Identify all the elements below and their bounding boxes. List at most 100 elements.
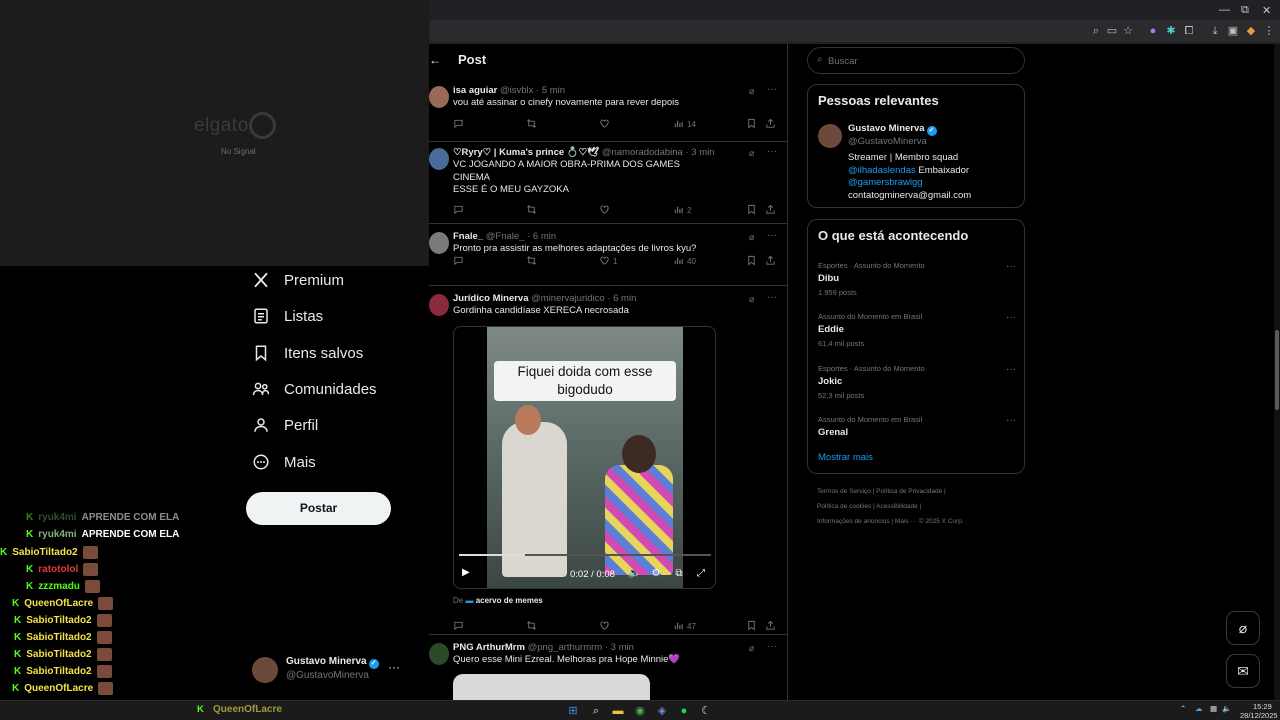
tweet-author[interactable]: Fnale_ xyxy=(453,231,483,242)
tweet-author[interactable]: ♡Ryry♡ | Kuma's prince 💍♡🕊 xyxy=(453,147,599,158)
avatar[interactable] xyxy=(818,124,842,148)
puzzle-icon[interactable]: ⧠ xyxy=(1182,24,1196,38)
bio-link[interactable]: @ilhadaslendas xyxy=(848,165,916,176)
nav-item-listas[interactable]: Listas xyxy=(252,307,323,325)
minimize-icon[interactable]: — xyxy=(1219,4,1230,16)
footer-links[interactable]: Termos de Serviço | Política de Privacid… xyxy=(817,488,946,495)
like-button[interactable] xyxy=(599,118,613,131)
account-switcher[interactable]: Gustavo Minerva ✓ @GustavoMinerva ··· xyxy=(252,655,412,685)
reply-icon[interactable] xyxy=(453,204,464,215)
like-button[interactable] xyxy=(599,620,613,633)
bio-link[interactable]: @gamersbrawlgg xyxy=(848,177,971,190)
scrollbar[interactable] xyxy=(1274,44,1280,700)
tweet-time[interactable]: · 3 min xyxy=(605,642,634,653)
footer-links[interactable]: Política de cookies | Acessibilidade | xyxy=(817,503,921,510)
close-icon[interactable]: ✕ xyxy=(1262,4,1271,17)
menu-icon[interactable]: ⋮ xyxy=(1262,24,1276,38)
video-player[interactable]: Fiquei doida com esse bigodudo ▶ 0:02 / 0:… xyxy=(453,326,716,589)
profile-name-row[interactable]: Gustavo Minerva ✓ xyxy=(848,123,937,136)
back-arrow-icon[interactable]: ← xyxy=(429,53,441,67)
extension-icon[interactable]: ● xyxy=(1146,24,1160,38)
tweet-time[interactable]: · 3 min xyxy=(685,147,714,158)
tweet-time[interactable]: · 5 min xyxy=(536,85,565,96)
trend-item[interactable]: Assunto do Momento em Brasil Eddie 61,4 mi… xyxy=(818,312,1016,348)
video-progress-bar[interactable] xyxy=(459,554,711,556)
tweet[interactable]: Jurídico Minerva @minervajuridico · 6 mi… xyxy=(429,290,787,635)
bookmark-icon[interactable] xyxy=(746,118,757,129)
post-button[interactable]: Postar xyxy=(246,492,391,525)
tweet[interactable]: ♡Ryry♡ | Kuma's prince 💍♡🕊 @namoradodabi… xyxy=(429,144,787,224)
tweet-author[interactable]: isa aguiar xyxy=(453,85,497,96)
extension-icon[interactable]: ✱ xyxy=(1164,24,1178,38)
profile-icon[interactable]: ▣ xyxy=(1226,24,1240,38)
discord-icon[interactable]: ◈ xyxy=(655,704,669,718)
more-icon[interactable]: ··· xyxy=(1006,364,1016,375)
footer-links[interactable]: Informações de anúncios | Mais ··· © 202… xyxy=(817,518,964,525)
grok-icon[interactable]: ⌀ xyxy=(749,148,754,159)
more-icon[interactable]: ··· xyxy=(767,84,777,95)
tweet-handle[interactable]: @png_arthurmrm xyxy=(528,642,603,653)
tweet[interactable]: isa aguiar @isvblx · 5 min ⌀ ··· vou até as… xyxy=(429,82,787,142)
spotify-icon[interactable]: ● xyxy=(677,704,691,718)
more-icon[interactable]: ··· xyxy=(767,292,777,303)
retweet-icon[interactable] xyxy=(526,620,537,631)
avatar[interactable] xyxy=(429,86,449,108)
chevron-up-icon[interactable]: ⌃ xyxy=(1180,704,1186,713)
nav-item-mais[interactable]: Mais xyxy=(252,453,316,471)
star-icon[interactable]: ☆ xyxy=(1121,24,1135,38)
views-button[interactable]: 14 xyxy=(673,118,696,131)
avatar[interactable] xyxy=(429,148,449,170)
retweet-icon[interactable] xyxy=(526,118,537,129)
search-input[interactable] xyxy=(828,52,1008,70)
volume-icon[interactable]: 🔈 xyxy=(1222,704,1231,713)
views-button[interactable]: 40 xyxy=(673,255,696,268)
trend-item[interactable]: Esportes · Assunto do Momento Dibu 1.959 p… xyxy=(818,261,1016,297)
download-icon[interactable]: ⤓ xyxy=(1208,24,1222,38)
views-button[interactable]: 2 xyxy=(673,204,691,217)
tweet-handle[interactable]: @minervajuridico xyxy=(531,293,605,304)
clock-date[interactable]: 28/12/2025 xyxy=(1240,711,1278,720)
reply-icon[interactable] xyxy=(453,255,464,266)
bookmark-icon[interactable] xyxy=(746,204,757,215)
more-icon[interactable]: ··· xyxy=(767,641,777,652)
tweet-handle[interactable]: @Fnale_ xyxy=(486,231,525,242)
windows-start-icon[interactable]: ⊞ xyxy=(566,704,580,718)
tweet[interactable]: Fnale_ @Fnale_ · 6 min ⌀ ··· Pronto pra ass… xyxy=(429,228,787,286)
like-button[interactable]: 1 xyxy=(599,255,617,268)
more-icon[interactable]: ··· xyxy=(767,146,777,157)
nav-item-itens-salvos[interactable]: Itens salvos xyxy=(252,344,363,362)
like-button[interactable] xyxy=(599,204,613,217)
more-icon[interactable]: ··· xyxy=(388,660,400,674)
grok-icon[interactable]: ⌀ xyxy=(749,643,754,654)
bookmark-icon[interactable] xyxy=(746,620,757,631)
nav-item-perfil[interactable]: Perfil xyxy=(252,416,318,434)
fullscreen-icon[interactable]: ⤢ xyxy=(695,568,707,580)
tweet[interactable]: PNG ArthurMrm @png_arthurmrm · 3 min ⌀ ···… xyxy=(429,639,787,700)
more-icon[interactable]: ··· xyxy=(767,230,777,241)
tweet-handle[interactable]: @isvblx xyxy=(500,85,533,96)
tweet-author[interactable]: PNG ArthurMrm xyxy=(453,642,525,653)
share-icon[interactable] xyxy=(765,255,776,266)
grok-icon[interactable]: ⌀ xyxy=(749,86,754,97)
pip-icon[interactable]: ⧉ xyxy=(673,568,685,580)
reply-icon[interactable] xyxy=(453,118,464,129)
messages-icon[interactable]: ✉ xyxy=(1226,654,1260,688)
avatar[interactable] xyxy=(429,643,449,665)
network-icon[interactable]: ▦ xyxy=(1210,704,1217,713)
more-icon[interactable]: ··· xyxy=(1006,261,1016,272)
bookmark-icon[interactable] xyxy=(746,255,757,266)
retweet-icon[interactable] xyxy=(526,204,537,215)
chrome-icon[interactable]: ◉ xyxy=(633,704,647,718)
app-icon[interactable]: ☾ xyxy=(699,704,713,718)
tweet-handle[interactable]: @namoradodabina xyxy=(602,147,683,158)
avatar[interactable] xyxy=(429,232,449,254)
reply-icon[interactable] xyxy=(453,620,464,631)
trend-item[interactable]: Assunto do Momento em Brasil Grenal ··· xyxy=(818,415,1016,442)
tweet-time[interactable]: · 6 min xyxy=(607,293,636,304)
more-icon[interactable]: ··· xyxy=(1006,415,1016,426)
tweet-media[interactable] xyxy=(453,674,650,700)
share-icon[interactable] xyxy=(765,620,776,631)
trend-item[interactable]: Esportes · Assunto do Momento Jokic 52,3 m… xyxy=(818,364,1016,400)
clock-time[interactable]: 15:29 xyxy=(1253,702,1272,711)
cloud-icon[interactable]: ☁ xyxy=(1195,704,1203,713)
